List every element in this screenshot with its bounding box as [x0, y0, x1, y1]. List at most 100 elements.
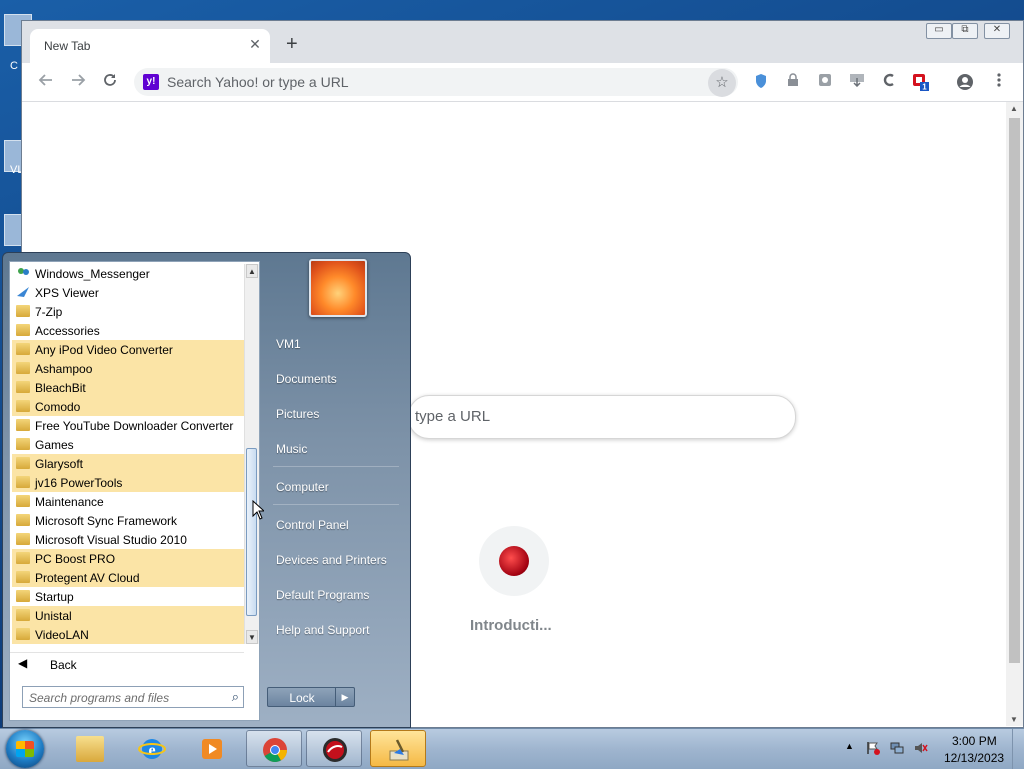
start-item-devices-printers[interactable]: Devices and Printers — [276, 553, 387, 567]
shortcut-tile[interactable] — [479, 526, 549, 596]
new-tab-button[interactable]: + — [286, 34, 298, 54]
red-extension-icon[interactable]: 1 — [912, 73, 930, 92]
start-item-help-support[interactable]: Help and Support — [276, 623, 369, 637]
program-label: VideoLAN — [35, 628, 89, 642]
menu-divider — [273, 466, 399, 467]
forward-arrow-icon[interactable] — [68, 72, 88, 92]
start-item-user[interactable]: VM1 — [276, 337, 301, 351]
page-scrollbar[interactable]: ▲ ▼ — [1006, 102, 1023, 726]
browser-toolbar: y! Search Yahoo! or type a URL ☆ 1 — [22, 63, 1023, 102]
back-triangle-icon: ◀ — [18, 656, 28, 670]
page-search-box[interactable]: type a URL — [408, 395, 796, 439]
taskbar-chrome[interactable] — [246, 730, 302, 767]
start-item-documents[interactable]: Documents — [276, 372, 337, 386]
svg-text:1: 1 — [922, 83, 927, 92]
start-item-control-panel[interactable]: Control Panel — [276, 518, 349, 532]
program-item[interactable]: Free YouTube Downloader Converter — [12, 416, 244, 435]
program-item[interactable]: Microsoft Visual Studio 2010 — [12, 530, 244, 549]
start-item-default-programs[interactable]: Default Programs — [276, 588, 369, 602]
folder-icon — [16, 438, 30, 450]
program-item[interactable]: XPS Viewer — [12, 283, 244, 302]
program-item[interactable]: Microsoft Sync Framework — [12, 511, 244, 530]
program-label: Glarysoft — [35, 457, 84, 471]
volume-muted-icon[interactable] — [914, 741, 928, 755]
program-item[interactable]: VideoLAN — [12, 625, 244, 644]
program-item[interactable]: Any iPod Video Converter — [12, 340, 244, 359]
programs-scrollbar[interactable]: ▲ ▼ — [244, 264, 259, 644]
program-label: Microsoft Visual Studio 2010 — [35, 533, 187, 547]
desktop-icon-label: C — [10, 60, 18, 72]
messenger-icon — [16, 267, 30, 279]
yahoo-search-icon: y! — [143, 74, 159, 90]
close-tab-icon[interactable]: ✕ — [248, 37, 262, 51]
xps-viewer-icon — [16, 286, 30, 298]
tab-new-tab[interactable]: New Tab ✕ — [30, 29, 270, 63]
taskbar-internet-explorer[interactable]: e — [124, 730, 180, 767]
taskbar: e ▲ 3:00 PM 12/13/2023 — [0, 728, 1024, 769]
user-avatar[interactable] — [309, 259, 367, 317]
clock-time[interactable]: 3:00 PM — [952, 734, 997, 748]
profile-icon[interactable] — [956, 73, 974, 91]
search-programs-input[interactable]: Search programs and files ⌕ — [22, 686, 244, 708]
broom-cleaner-icon — [385, 737, 413, 763]
program-item[interactable]: Startup — [12, 587, 244, 606]
program-item[interactable]: BleachBit — [12, 378, 244, 397]
program-item[interactable]: PC Boost PRO — [12, 549, 244, 568]
address-bar[interactable]: y! Search Yahoo! or type a URL — [134, 68, 738, 96]
scroll-up-icon[interactable]: ▲ — [1010, 104, 1018, 113]
folder-icon — [16, 343, 30, 355]
taskbar-explorer[interactable] — [62, 730, 118, 767]
scroll-up-icon[interactable]: ▲ — [246, 264, 258, 278]
folder-icon — [16, 628, 30, 640]
program-item[interactable]: Ashampoo — [12, 359, 244, 378]
lock-button[interactable]: Lock ▶ — [267, 687, 355, 707]
program-item[interactable]: Glarysoft — [12, 454, 244, 473]
network-icon[interactable] — [890, 741, 904, 755]
start-item-music[interactable]: Music — [276, 442, 307, 456]
back-button[interactable]: ◀ Back — [10, 652, 244, 675]
show-hidden-icons-arrow[interactable]: ▲ — [845, 741, 854, 751]
shield-extension-icon[interactable] — [752, 73, 770, 91]
search-icon[interactable]: ⌕ — [232, 689, 239, 705]
menu-icon[interactable] — [990, 73, 1008, 91]
show-desktop-button[interactable] — [1012, 729, 1024, 769]
start-item-computer[interactable]: Computer — [276, 480, 329, 494]
taskbar-protegent[interactable] — [306, 730, 362, 767]
program-label: Comodo — [35, 400, 81, 414]
program-item[interactable]: Accessories — [12, 321, 244, 340]
scroll-down-icon[interactable]: ▼ — [246, 630, 258, 644]
minimize-button[interactable]: ▭ — [926, 23, 952, 39]
scroll-down-icon[interactable]: ▼ — [1010, 715, 1018, 724]
puzzle-extension-icon[interactable] — [816, 73, 834, 91]
page-scroll-thumb[interactable] — [1009, 118, 1020, 663]
download-extension-icon[interactable] — [848, 73, 866, 91]
back-arrow-icon[interactable] — [36, 72, 56, 92]
maximize-button[interactable]: ⧉ — [952, 23, 978, 39]
program-item[interactable]: 7-Zip — [12, 302, 244, 321]
shutdown-options-arrow-icon[interactable]: ▶ — [335, 688, 354, 706]
program-label: Unistal — [35, 609, 72, 623]
program-item[interactable]: jv16 PowerTools — [12, 473, 244, 492]
close-window-button[interactable]: ✕ — [984, 23, 1010, 39]
program-item[interactable]: Games — [12, 435, 244, 454]
lock-extension-icon[interactable] — [784, 73, 802, 91]
taskbar-media-player[interactable] — [184, 730, 240, 767]
program-item[interactable]: Protegent AV Cloud — [12, 568, 244, 587]
c-extension-icon[interactable] — [880, 73, 898, 91]
start-menu-left-pane: Windows_Messenger XPS Viewer 7-Zip Accessor… — [9, 261, 260, 721]
taskbar-cleaner[interactable] — [370, 730, 426, 767]
clock-date[interactable]: 12/13/2023 — [944, 751, 1004, 765]
program-item[interactable]: Maintenance — [12, 492, 244, 511]
program-item[interactable]: Comodo — [12, 397, 244, 416]
program-item[interactable]: Windows_Messenger — [12, 264, 244, 283]
folder-icon — [16, 419, 30, 431]
lock-label: Lock — [289, 691, 315, 705]
programs-scroll-thumb[interactable] — [246, 448, 257, 616]
bookmark-star-icon[interactable]: ☆ — [708, 69, 736, 97]
start-item-pictures[interactable]: Pictures — [276, 407, 319, 421]
start-orb-button[interactable] — [6, 730, 44, 768]
program-item[interactable]: Unistal — [12, 606, 244, 625]
reload-icon[interactable] — [100, 72, 120, 92]
program-label: Windows_Messenger — [35, 267, 150, 281]
flag-alert-icon[interactable] — [866, 741, 880, 755]
